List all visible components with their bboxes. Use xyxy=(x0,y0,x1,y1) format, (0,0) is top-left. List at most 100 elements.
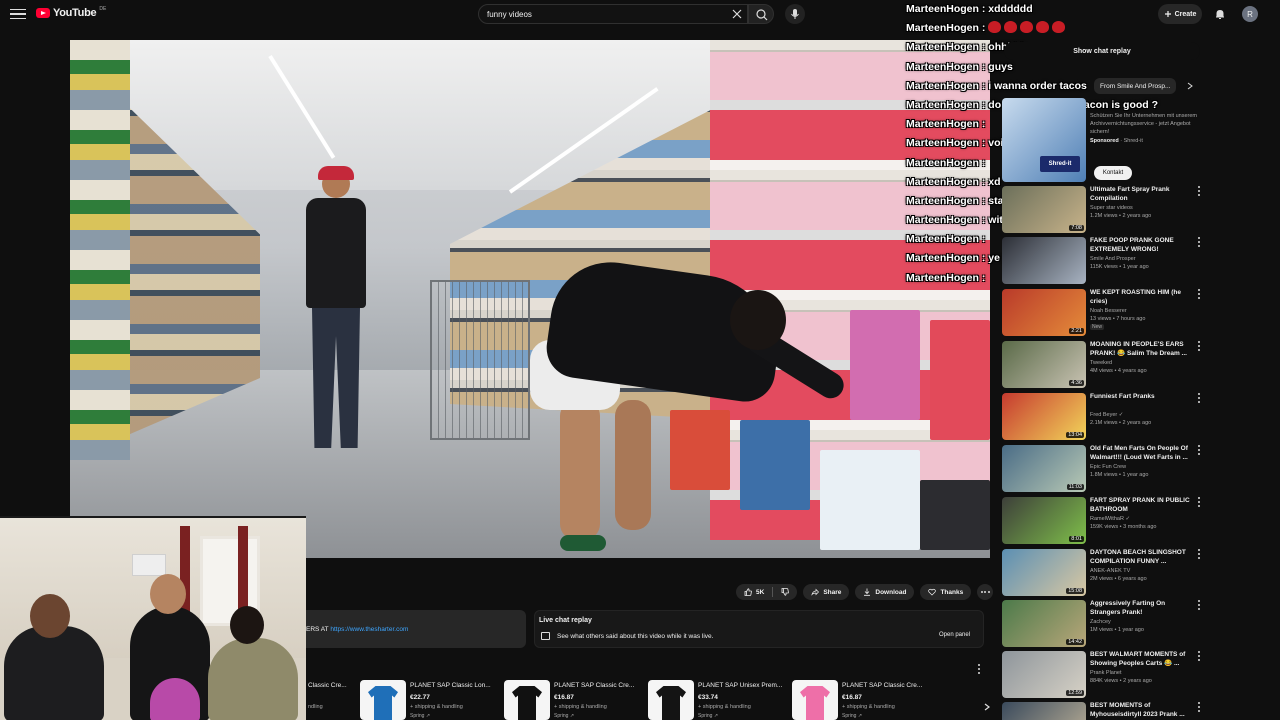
recommendation-item[interactable]: 13:04 Funniest Fart Pranks Fred Beyer ✓ 2.1… xyxy=(1002,393,1200,441)
recommendation-thumbnail[interactable] xyxy=(1002,237,1086,284)
merch-thumbnail[interactable] xyxy=(360,680,406,720)
recommendation-title[interactable]: Aggressively Farting On Strangers Prank! xyxy=(1090,600,1190,617)
recommendation-channel[interactable]: ANEK-ANEK TV xyxy=(1090,568,1130,574)
chip-from-channel[interactable]: From Smile And Prosp... xyxy=(1094,78,1177,94)
search-button[interactable] xyxy=(748,4,774,24)
search-input[interactable]: funny videos xyxy=(478,4,748,24)
recommendation-title[interactable]: MOANING IN PEOPLE'S EARS PRANK! 😂 Salim … xyxy=(1090,341,1190,358)
recommendation-thumbnail[interactable]: 11:03 xyxy=(1002,445,1086,492)
recommendation-title[interactable]: Funniest Fart Pranks xyxy=(1090,393,1190,402)
recommendation-item[interactable]: 4:36 MOANING IN PEOPLE'S EARS PRANK! 😂 Sa… xyxy=(1002,341,1200,389)
recommendation-thumbnail[interactable]: 2:21 xyxy=(1002,289,1086,336)
recommendation-title[interactable]: BEST WALMART MOMENTS of Showing Peoples … xyxy=(1090,651,1190,668)
recommendation-title[interactable]: FAKE POOP PRANK GONE EXTREMELY WRONG! xyxy=(1090,237,1190,254)
share-button[interactable]: Share xyxy=(803,584,850,600)
more-options-icon[interactable] xyxy=(1198,186,1202,196)
recommendation-thumbnail[interactable]: 8:01 xyxy=(1002,497,1086,544)
thanks-button[interactable]: Thanks xyxy=(920,584,972,600)
merch-thumbnail[interactable] xyxy=(792,680,838,720)
recommendation-item[interactable]: 2:21 WE KEPT ROASTING HIM (he cries) Noah … xyxy=(1002,289,1200,337)
voice-search-button[interactable] xyxy=(785,4,805,24)
merch-store[interactable]: Spring ↗ xyxy=(698,713,718,719)
merch-store[interactable]: Spring ↗ xyxy=(554,713,574,719)
recommendation-channel[interactable]: Noah Besserer xyxy=(1090,308,1127,314)
like-count[interactable]: 5K xyxy=(756,589,764,596)
more-options-icon[interactable] xyxy=(1198,393,1202,403)
merch-title[interactable]: PLANET SAP Classic Lon... xyxy=(410,682,491,689)
merch-store[interactable]: Spring ↗ xyxy=(842,713,862,719)
recommendation-item[interactable]: 12:59 BEST WALMART MOMENTS of Showing Peo… xyxy=(1002,651,1200,699)
recommendation-item[interactable]: 8:01 FART SPRAY PRANK IN PUBLIC BATHROOM R… xyxy=(1002,497,1200,545)
open-panel-button[interactable]: Open panel xyxy=(939,632,970,638)
create-button[interactable]: Create xyxy=(1158,4,1202,24)
recommendation-thumbnail[interactable]: 13:04 xyxy=(1002,393,1086,440)
recommendation-thumbnail[interactable]: 15:08 xyxy=(1002,549,1086,596)
recommendation-title[interactable]: DAYTONA BEACH SLINGSHOT COMPILATION FUNN… xyxy=(1090,549,1190,566)
recommendation-thumbnail[interactable]: 4:36 xyxy=(1002,341,1086,388)
recommendation-channel[interactable]: Epic Fun Crew xyxy=(1090,464,1126,470)
menu-icon[interactable] xyxy=(10,6,26,22)
recommendation-channel[interactable]: Smile And Prosper xyxy=(1090,256,1136,262)
thumbs-down-icon[interactable] xyxy=(781,588,790,596)
more-options-icon[interactable] xyxy=(1198,445,1202,455)
recommendation-channel[interactable]: RamelWithaR ✓ xyxy=(1090,516,1130,522)
recommendation-item[interactable]: FAKE POOP PRANK GONE EXTREMELY WRONG! Smi… xyxy=(1002,237,1200,285)
recommendation-title[interactable]: BEST MOMENTS of Myhouseisdirtyll 2023 Pr… xyxy=(1090,702,1190,719)
show-chat-replay-button[interactable]: Show chat replay xyxy=(1004,42,1200,60)
recommendation-thumbnail[interactable]: 14:42 xyxy=(1002,600,1086,647)
more-options-icon[interactable] xyxy=(1198,651,1202,661)
description-box[interactable]: ERS AT https://www.thesharter.com xyxy=(306,610,526,648)
more-options-icon[interactable] xyxy=(1198,237,1202,247)
ad-thumbnail[interactable]: Shred-it xyxy=(1002,98,1086,182)
ad-contact-button[interactable]: Kontakt xyxy=(1094,166,1132,180)
merch-title[interactable]: PLANET SAP Unisex Prem... xyxy=(698,682,782,689)
recommendation-channel[interactable]: Fred Beyer ✓ xyxy=(1090,412,1123,418)
youtube-logo[interactable]: YouTube DE xyxy=(36,6,106,19)
merch-title[interactable]: PLANET SAP Classic Cre... xyxy=(842,682,922,689)
merch-item[interactable]: PLANET SAP Classic Cre... €16.87 + shippin… xyxy=(504,680,644,720)
recommendation-title[interactable]: WE KEPT ROASTING HIM (he cries) xyxy=(1090,289,1190,306)
recommendation-thumbnail[interactable]: 12:59 xyxy=(1002,651,1086,698)
recommendation-item[interactable]: 11:03 Old Fat Men Farts On People Of Walm… xyxy=(1002,445,1200,493)
recommendation-item[interactable]: 7:08 Ultimate Fart Spray Prank Compilatio… xyxy=(1002,186,1200,234)
recommendation-title[interactable]: Old Fat Men Farts On People Of Walmart!!… xyxy=(1090,445,1190,462)
more-options-icon[interactable] xyxy=(1198,702,1202,712)
recommendation-channel[interactable]: Zachcey xyxy=(1090,619,1111,625)
merch-thumbnail[interactable] xyxy=(648,680,694,720)
recommendation-item[interactable]: 14:42 Aggressively Farting On Strangers P… xyxy=(1002,600,1200,648)
more-actions-button[interactable] xyxy=(977,584,994,600)
merch-title[interactable]: Classic Cre... xyxy=(308,682,347,689)
more-options-icon[interactable] xyxy=(1198,289,1202,299)
merch-item[interactable]: PLANET SAP Unisex Prem... €33.74 + shippin… xyxy=(648,680,788,720)
description-link[interactable]: https://www.thesharter.com xyxy=(330,626,408,633)
sponsored-ad[interactable]: Shred-it Schützen Sie Ihr Unternehmen mi… xyxy=(1002,98,1200,183)
thumbs-up-icon[interactable] xyxy=(744,588,752,596)
recommendation-title[interactable]: Ultimate Fart Spray Prank Compilation xyxy=(1090,186,1190,203)
merch-next-icon[interactable] xyxy=(982,702,992,712)
recommendation-item[interactable]: BEST MOMENTS of Myhouseisdirtyll 2023 Pr… xyxy=(1002,702,1200,720)
merch-thumbnail[interactable] xyxy=(504,680,550,720)
video-player[interactable] xyxy=(70,40,990,558)
more-options-icon[interactable] xyxy=(1198,600,1202,610)
recommendation-stats: 1.8M views • 1 year ago xyxy=(1090,472,1149,478)
merch-title[interactable]: PLANET SAP Classic Cre... xyxy=(554,682,634,689)
merch-more-icon[interactable] xyxy=(976,664,982,674)
merch-store[interactable]: Spring ↗ xyxy=(410,713,430,719)
recommendation-thumbnail[interactable] xyxy=(1002,702,1086,720)
recommendation-channel[interactable]: Tweeked xyxy=(1090,360,1112,366)
clear-search-icon[interactable] xyxy=(731,8,743,20)
recommendation-title[interactable]: FART SPRAY PRANK IN PUBLIC BATHROOM xyxy=(1090,497,1190,514)
more-options-icon[interactable] xyxy=(1198,341,1202,351)
recommendation-thumbnail[interactable]: 7:08 xyxy=(1002,186,1086,233)
recommendation-channel[interactable]: Prank Planet xyxy=(1090,670,1122,676)
more-options-icon[interactable] xyxy=(1198,549,1202,559)
recommendation-channel[interactable]: Super star videos xyxy=(1090,205,1133,211)
download-button[interactable]: Download xyxy=(855,584,915,600)
chevron-right-icon[interactable] xyxy=(1186,82,1194,90)
account-avatar[interactable]: R xyxy=(1242,6,1258,22)
merch-item[interactable]: PLANET SAP Classic Lon... €22.77 + shippin… xyxy=(360,680,500,720)
recommendation-item[interactable]: 15:08 DAYTONA BEACH SLINGSHOT COMPILATION… xyxy=(1002,549,1200,597)
merch-item[interactable]: PLANET SAP Classic Cre... €16.87 + shippin… xyxy=(792,680,932,720)
notifications-bell-icon[interactable] xyxy=(1214,8,1226,20)
more-options-icon[interactable] xyxy=(1198,497,1202,507)
